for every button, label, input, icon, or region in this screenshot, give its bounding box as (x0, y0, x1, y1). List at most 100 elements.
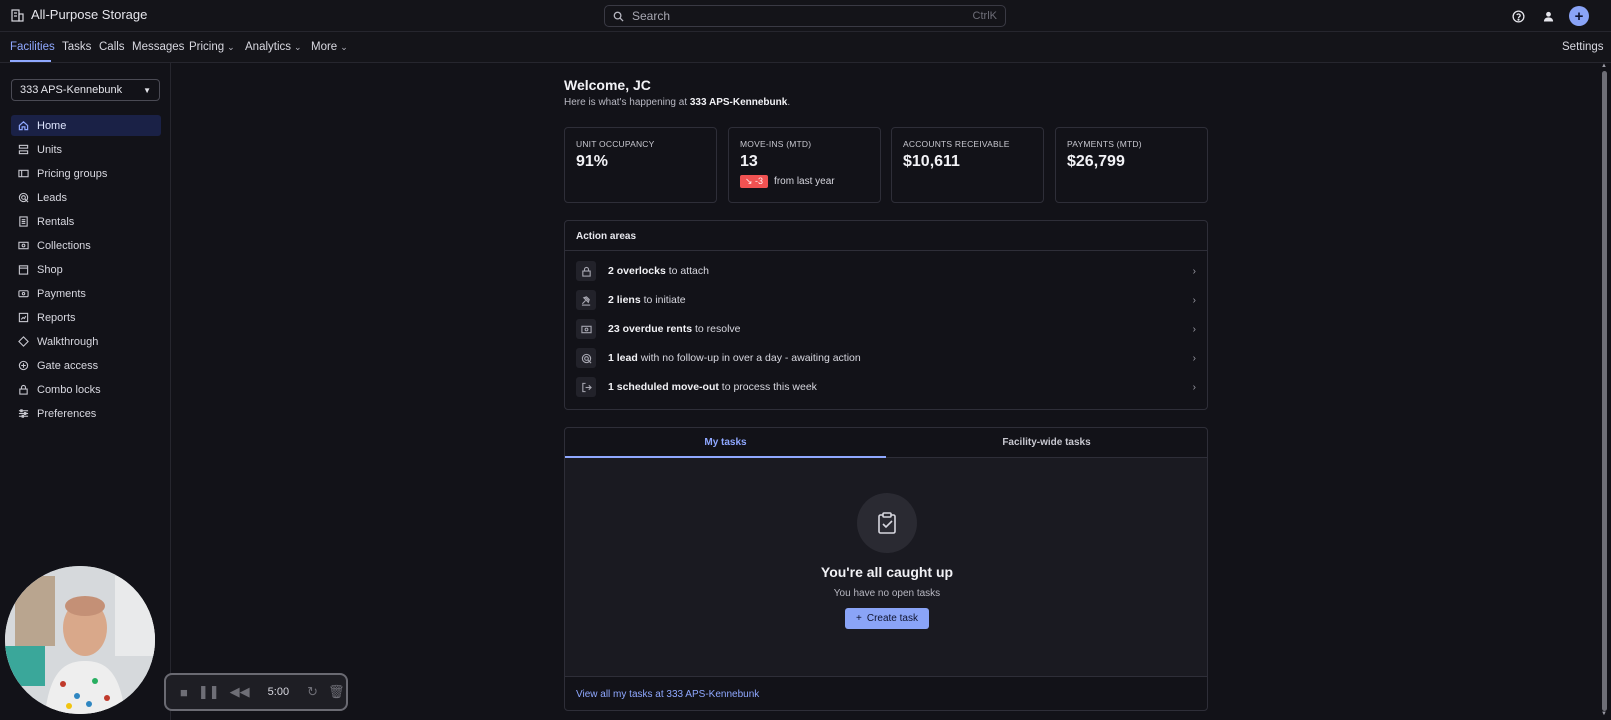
clipboard-check-icon (857, 493, 917, 553)
empty-subtitle: You have no open tasks (833, 588, 941, 599)
stat-value: 13 (740, 153, 758, 170)
lock-icon (576, 261, 596, 281)
tab-facility-wide-tasks[interactable]: Facility-wide tasks (886, 428, 1207, 458)
sidebar-item-label: Shop (37, 263, 63, 276)
tab-my-tasks[interactable]: My tasks (565, 428, 886, 458)
sidebar-item-shop[interactable]: Shop (11, 259, 161, 280)
nav-facilities[interactable]: Facilities (10, 41, 55, 53)
action-text: 1 scheduled move-out to process this wee… (608, 381, 1193, 393)
sidebar-item-gate-access[interactable]: Gate access (11, 355, 161, 376)
trash-icon[interactable]: 🗑 (328, 684, 345, 700)
sidebar-item-rentals[interactable]: Rentals (11, 211, 161, 232)
create-task-button[interactable]: + Create task (845, 608, 929, 629)
sidebar-item-label: Payments (37, 287, 86, 300)
scrollbar[interactable]: ▲ ▼ (1601, 63, 1608, 720)
building-icon (11, 8, 24, 22)
stat-value: $26,799 (1067, 153, 1125, 170)
stat-accounts-receivable[interactable]: ACCOUNTS RECEIVABLE $10,611 (891, 127, 1044, 203)
home-icon (18, 121, 29, 131)
sidebar-item-preferences[interactable]: Preferences (11, 403, 161, 424)
help-circle-icon[interactable] (1509, 7, 1527, 25)
chevron-right-icon: › (1192, 294, 1196, 306)
app-brand[interactable]: All-Purpose Storage (11, 7, 147, 22)
stop-icon[interactable]: ■ (180, 685, 188, 700)
sidebar-item-leads[interactable]: Leads (11, 187, 161, 208)
nav-active-indicator (10, 60, 51, 62)
sidebar-item-label: Preferences (37, 407, 97, 420)
nav-messages[interactable]: Messages (132, 41, 184, 53)
app-title: All-Purpose Storage (31, 7, 148, 22)
diamond-icon (18, 336, 29, 347)
action-row-move-out[interactable]: 1 scheduled move-out to process this wee… (576, 376, 1196, 398)
nav-label: Settings (1562, 41, 1604, 53)
action-rest: to process this week (718, 381, 817, 393)
page-subtitle: Here is what's happening at 333 APS-Kenn… (564, 97, 790, 108)
recording-toolbar: ■ ❚❚ ◀◀ 5:00 ↻ 🗑 (164, 673, 348, 711)
restart-icon[interactable]: ↻ (307, 684, 318, 700)
pause-icon[interactable]: ❚❚ (198, 684, 220, 700)
chevron-right-icon: › (1192, 265, 1196, 277)
nav-analytics[interactable]: Analytics ⌄ (245, 41, 302, 53)
caret-down-icon: ▼ (143, 85, 151, 95)
action-rest: with no follow-up in over a day - awaiti… (637, 352, 861, 364)
sidebar-item-collections[interactable]: Collections (11, 235, 161, 256)
scroll-thumb[interactable] (1602, 71, 1607, 711)
user-icon[interactable] (1539, 7, 1557, 25)
trend: ↘ -3 from last year (740, 175, 869, 188)
nav-label: Analytics (245, 41, 292, 53)
subtitle-prefix: Here is what's happening at (564, 97, 690, 108)
sidebar-item-combo-locks[interactable]: Combo locks (11, 379, 161, 400)
nav-tasks[interactable]: Tasks (62, 41, 91, 53)
chevron-right-icon: › (1192, 323, 1196, 335)
sidebar-item-pricing-groups[interactable]: Pricing groups (11, 163, 161, 184)
payments-icon (18, 290, 29, 298)
cash-icon (576, 319, 596, 339)
sidebar-item-reports[interactable]: Reports (11, 307, 161, 328)
action-row-liens[interactable]: 2 liens to initiate › (576, 289, 1196, 311)
facility-select[interactable]: 333 APS-Kennebunk ▼ (11, 79, 160, 101)
gavel-icon (576, 290, 596, 310)
stat-payments[interactable]: PAYMENTS (MTD) $26,799 (1055, 127, 1208, 203)
exit-icon (576, 377, 596, 397)
sidebar-item-label: Collections (37, 239, 91, 252)
scroll-down-icon[interactable]: ▼ (1601, 711, 1607, 717)
facility-select-value: 333 APS-Kennebunk (20, 84, 123, 96)
action-bold: 23 overdue rents (608, 323, 693, 335)
nav-pricing[interactable]: Pricing ⌄ (189, 41, 235, 53)
sidebar-item-payments[interactable]: Payments (11, 283, 161, 304)
tasks-empty-state: You're all caught up You have no open ta… (565, 458, 1207, 676)
plus-icon: + (856, 613, 862, 624)
rewind-icon[interactable]: ◀◀ (230, 684, 250, 700)
action-rest: to attach (665, 265, 709, 277)
action-bold: 2 liens (608, 294, 641, 306)
sidebar-item-units[interactable]: Units (11, 139, 161, 160)
search-icon (613, 11, 624, 22)
nav-calls[interactable]: Calls (99, 41, 125, 53)
tasks-card: My tasks Facility-wide tasks You're all … (564, 427, 1208, 711)
nav-more[interactable]: More ⌄ (311, 41, 348, 53)
sidebar-item-walkthrough[interactable]: Walkthrough (11, 331, 161, 352)
storefront-icon (18, 265, 29, 275)
sidebar-item-home[interactable]: Home (11, 115, 161, 136)
target-icon (576, 348, 596, 368)
subtitle-facility: 333 APS-Kennebunk (689, 97, 788, 108)
stat-unit-occupancy[interactable]: UNIT OCCUPANCY 91% (564, 127, 717, 203)
recording-time: 5:00 (267, 686, 290, 698)
view-all-tasks-link[interactable]: View all my tasks at 333 APS-Kennebunk (576, 689, 759, 700)
plus-circle-icon[interactable]: + (1569, 6, 1589, 26)
lock-icon (19, 384, 28, 395)
search-input[interactable]: Search CtrlK (604, 5, 1006, 27)
action-areas-title: Action areas (576, 231, 637, 242)
sidebar-item-label: Gate access (37, 359, 99, 372)
stat-label: PAYMENTS (MTD) (1067, 139, 1142, 149)
action-row-lead[interactable]: 1 lead with no follow-up in over a day -… (576, 347, 1196, 369)
tasks-footer: View all my tasks at 333 APS-Kennebunk (565, 676, 1207, 710)
scroll-up-icon[interactable]: ▲ (1601, 63, 1607, 69)
action-row-overlocks[interactable]: 2 overlocks to attach › (576, 260, 1196, 282)
stat-move-ins[interactable]: MOVE-INS (MTD) 13 ↘ -3 from last year (728, 127, 881, 203)
sliders-icon (18, 409, 29, 418)
stat-value: 91% (576, 153, 609, 170)
nav-label: Pricing (189, 41, 225, 53)
action-row-overdue-rents[interactable]: 23 overdue rents to resolve › (576, 318, 1196, 340)
nav-settings[interactable]: Settings (1562, 41, 1604, 53)
